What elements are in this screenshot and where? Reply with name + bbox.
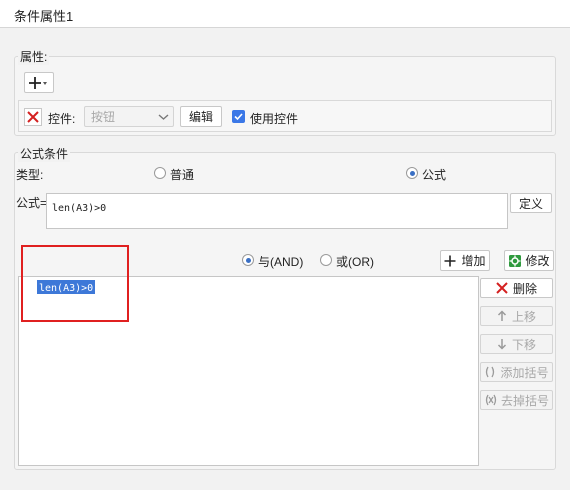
remove-control-button[interactable] <box>24 108 42 126</box>
control-type-select-value: 按钮 <box>91 110 116 124</box>
formula-condition-section-label: 公式条件 <box>18 145 71 162</box>
type-normal-radio[interactable] <box>154 167 166 179</box>
type-formula-radio[interactable] <box>406 167 418 179</box>
edit-control-button[interactable]: 编辑 <box>180 106 222 127</box>
add-parentheses-button[interactable]: 添加括号 <box>480 362 553 382</box>
modify-condition-label: 修改 <box>525 254 550 268</box>
move-up-label: 上移 <box>511 309 536 324</box>
remove-parentheses-icon <box>485 394 497 406</box>
type-label: 类型: <box>16 168 44 182</box>
modify-condition-button[interactable]: 修改 <box>504 250 554 271</box>
formula-input-value: len(A3)>0 <box>52 203 107 214</box>
or-radio[interactable] <box>320 254 332 266</box>
delete-x-icon <box>24 108 42 126</box>
chevron-down-icon <box>158 114 169 120</box>
window-title: 条件属性1 <box>14 9 74 24</box>
type-normal-label: 普通 <box>170 168 195 182</box>
arrow-up-icon <box>497 310 507 321</box>
move-up-button[interactable]: 上移 <box>480 306 553 326</box>
and-label: 与(AND) <box>258 255 304 269</box>
add-condition-label: 增加 <box>461 254 486 268</box>
properties-section-label: 属性: <box>18 48 50 65</box>
add-parentheses-label: 添加括号 <box>500 365 549 380</box>
remove-parentheses-button[interactable]: 去掉括号 <box>480 390 553 410</box>
and-radio[interactable] <box>242 254 254 266</box>
move-down-button[interactable]: 下移 <box>480 334 553 354</box>
control-label: 控件: <box>48 112 76 126</box>
use-control-label: 使用控件 <box>250 112 299 126</box>
add-property-dropdown-button[interactable] <box>24 72 54 93</box>
delete-condition-label: 删除 <box>512 281 537 296</box>
parentheses-icon <box>486 366 495 378</box>
move-down-label: 下移 <box>511 337 536 352</box>
annotation-highlight-box <box>21 245 129 322</box>
or-label: 或(OR) <box>336 255 374 269</box>
delete-condition-button[interactable]: 删除 <box>480 278 553 298</box>
arrow-down-icon <box>497 339 507 350</box>
use-control-checkbox[interactable] <box>232 110 245 123</box>
plus-icon <box>444 255 456 266</box>
title-bar: 条件属性1 <box>0 0 570 28</box>
modify-icon <box>509 254 522 267</box>
define-formula-button[interactable]: 定义 <box>510 193 552 213</box>
add-condition-button[interactable]: 增加 <box>440 250 490 271</box>
plus-icon <box>29 76 47 89</box>
type-formula-label: 公式 <box>422 168 447 182</box>
checkmark-icon <box>234 113 243 121</box>
delete-x-icon <box>496 282 508 294</box>
formula-label: 公式= <box>16 196 48 210</box>
remove-parentheses-label: 去掉括号 <box>500 393 549 408</box>
formula-input[interactable]: len(A3)>0 <box>46 193 508 229</box>
control-type-select[interactable]: 按钮 <box>84 106 174 127</box>
